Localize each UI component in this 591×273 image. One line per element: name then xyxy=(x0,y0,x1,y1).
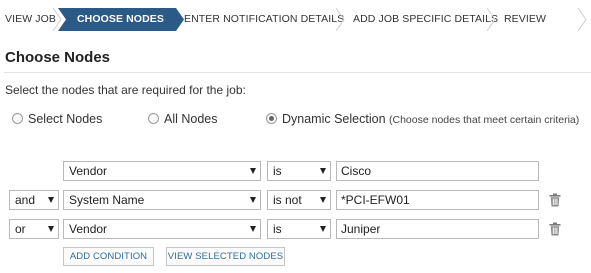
radio-dynamic-selection[interactable] xyxy=(266,113,277,124)
condition-value-input[interactable]: Juniper xyxy=(336,219,539,239)
condition-field-select[interactable]: Vendor xyxy=(63,219,261,239)
step-choose-nodes[interactable]: CHOOSE NODES xyxy=(77,8,164,31)
step-separator xyxy=(486,8,496,31)
step-separator xyxy=(335,8,345,31)
condition-value-input[interactable]: Cisco xyxy=(336,161,539,181)
chevron-down-icon xyxy=(320,168,326,174)
step-review[interactable]: REVIEW xyxy=(504,8,546,31)
dynamic-selection-hint: (Choose nodes that meet certain criteria… xyxy=(389,114,580,126)
condition-operator-select[interactable]: is not xyxy=(267,190,331,210)
title-divider xyxy=(4,72,591,73)
condition-field-value: System Name xyxy=(69,193,145,207)
chevron-down-icon xyxy=(250,197,256,203)
condition-field-select[interactable]: Vendor xyxy=(63,161,261,181)
radio-label-dynamic-selection[interactable]: Dynamic Selection (Choose nodes that mee… xyxy=(282,112,579,126)
condition-join-value: or xyxy=(15,222,26,236)
radio-label-all-nodes[interactable]: All Nodes xyxy=(164,112,218,126)
page-title: Choose Nodes xyxy=(5,49,111,66)
instructions-text: Select the nodes that are required for t… xyxy=(5,83,246,97)
radio-all-nodes[interactable] xyxy=(148,113,159,124)
condition-join-select[interactable]: and xyxy=(9,190,59,210)
chevron-down-icon xyxy=(250,226,256,232)
condition-operator-value: is xyxy=(273,222,282,236)
chevron-down-icon xyxy=(320,197,326,203)
step-view-job[interactable]: VIEW JOB xyxy=(5,8,56,31)
chevron-down-icon xyxy=(320,226,326,232)
condition-operator-select[interactable]: is xyxy=(267,161,331,181)
step-separator xyxy=(577,8,587,31)
step-enter-notification-details[interactable]: ENTER NOTIFICATION DETAILS xyxy=(184,8,344,31)
selection-mode-group: Select Nodes All Nodes Dynamic Selection… xyxy=(0,112,591,130)
condition-operator-select[interactable]: is xyxy=(267,219,331,239)
condition-field-value: Vendor xyxy=(69,222,108,236)
condition-operator-value: is not xyxy=(273,193,302,207)
condition-join-value: and xyxy=(15,193,36,207)
chevron-down-icon xyxy=(48,226,54,232)
trash-icon[interactable] xyxy=(549,193,561,207)
chevron-down-icon xyxy=(250,168,256,174)
condition-field-select[interactable]: System Name xyxy=(63,190,261,210)
trash-icon[interactable] xyxy=(549,222,561,236)
condition-join-select[interactable]: or xyxy=(9,219,59,239)
condition-field-value: Vendor xyxy=(69,164,108,178)
condition-value-input[interactable]: *PCI-EFW01 xyxy=(336,190,539,210)
chevron-down-icon xyxy=(48,197,54,203)
view-selected-nodes-button[interactable]: VIEW SELECTED NODES xyxy=(166,247,285,266)
condition-operator-value: is xyxy=(273,164,282,178)
radio-select-nodes[interactable] xyxy=(12,113,23,124)
step-separator xyxy=(52,8,62,31)
add-condition-button[interactable]: ADD CONDITION xyxy=(63,247,154,266)
radio-label-select-nodes[interactable]: Select Nodes xyxy=(28,112,102,126)
wizard-steps: VIEW JOB CHOOSE NODES ENTER NOTIFICATION… xyxy=(0,8,591,31)
step-add-job-specific-details[interactable]: ADD JOB SPECIFIC DETAILS xyxy=(353,8,498,31)
dynamic-selection-label: Dynamic Selection xyxy=(282,112,386,126)
